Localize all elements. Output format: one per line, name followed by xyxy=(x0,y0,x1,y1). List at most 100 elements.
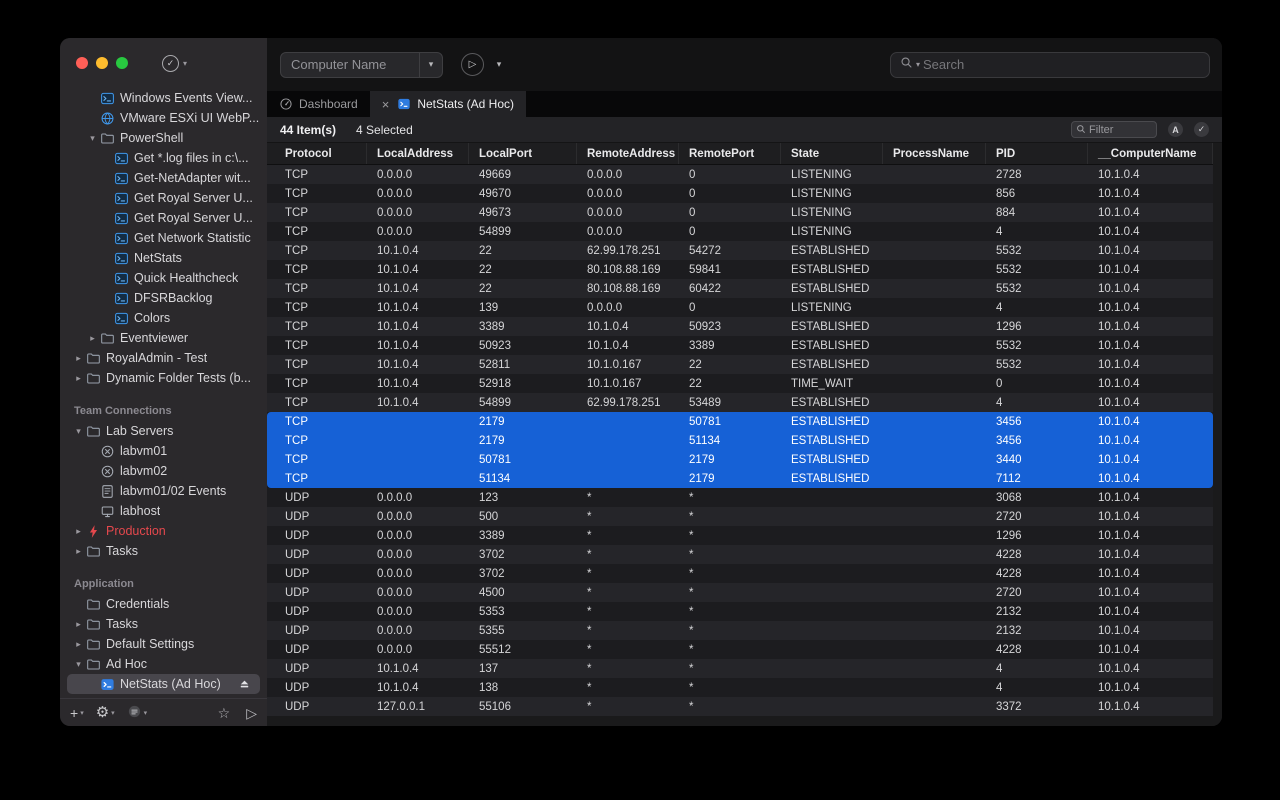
search-field[interactable]: ▾ xyxy=(890,52,1210,78)
chevron-right-icon[interactable]: ▸ xyxy=(72,619,85,630)
sidebar-item-label: Get Network Statistic xyxy=(134,231,251,245)
col-header-remoteaddress[interactable]: RemoteAddress xyxy=(577,143,679,164)
sidebar-item-get-royal-server-u[interactable]: Get Royal Server U... xyxy=(60,208,267,228)
sidebar-item-get-network-statistic[interactable]: Get Network Statistic xyxy=(60,228,267,248)
table-row[interactable]: TCP0.0.0.0496730.0.0.00LISTENING88410.1.… xyxy=(267,203,1213,222)
sidebar-item-eventviewer[interactable]: ▸Eventviewer xyxy=(60,328,267,348)
table-row[interactable]: UDP10.1.0.4138**410.1.0.4 xyxy=(267,678,1213,697)
sidebar-item-tasks[interactable]: ▸Tasks xyxy=(60,614,267,634)
sidebar-item-vmware-esxi-ui-webp[interactable]: VMware ESXi UI WebP... xyxy=(60,108,267,128)
chevron-down-icon[interactable]: ▾ xyxy=(72,659,85,670)
eject-icon[interactable] xyxy=(238,678,251,691)
table-row[interactable]: UDP127.0.0.155106**337210.1.0.4 xyxy=(267,697,1213,716)
sidebar-item-tasks[interactable]: ▸Tasks xyxy=(60,541,267,561)
col-header-computername[interactable]: __ComputerName xyxy=(1088,143,1213,164)
minimize-window-button[interactable] xyxy=(96,57,108,69)
table-row[interactable]: TCP10.1.0.45281110.1.0.16722ESTABLISHED5… xyxy=(267,355,1213,374)
close-window-button[interactable] xyxy=(76,57,88,69)
table-row[interactable]: UDP0.0.0.03389**129610.1.0.4 xyxy=(267,526,1213,545)
tab-dashboard[interactable]: Dashboard xyxy=(267,91,370,117)
table-row[interactable]: TCP10.1.0.42280.108.88.16959841ESTABLISH… xyxy=(267,260,1213,279)
chevron-down-icon[interactable]: ▾ xyxy=(86,133,99,144)
run-play-button[interactable]: ▷ xyxy=(246,706,257,720)
sidebar-item-default-settings[interactable]: ▸Default Settings xyxy=(60,634,267,654)
table-row[interactable]: UDP0.0.0.03702**422810.1.0.4 xyxy=(267,564,1213,583)
col-header-protocol[interactable]: Protocol xyxy=(267,143,367,164)
chevron-right-icon[interactable]: ▸ xyxy=(72,526,85,537)
view-options-button[interactable]: ▾ xyxy=(127,704,148,721)
sidebar-item-ad-hoc[interactable]: ▾Ad Hoc xyxy=(60,654,267,674)
filter-input[interactable] xyxy=(1089,124,1152,136)
filter-match-case-button[interactable]: A xyxy=(1168,122,1183,137)
chevron-right-icon[interactable]: ▸ xyxy=(86,333,99,344)
settings-button[interactable]: ⚙ ▾ xyxy=(96,705,115,720)
filter-apply-button[interactable]: ✓ xyxy=(1194,122,1209,137)
sidebar-item-get-log-files-in-c[interactable]: Get *.log files in c:\... xyxy=(60,148,267,168)
table-row[interactable]: TCP10.1.0.42262.99.178.25154272ESTABLISH… xyxy=(267,241,1213,260)
table-row[interactable]: TCP0.0.0.0496700.0.0.00LISTENING85610.1.… xyxy=(267,184,1213,203)
lightning-icon xyxy=(85,523,101,539)
chevron-right-icon[interactable]: ▸ xyxy=(72,639,85,650)
sidebar-item-royaladmin-test[interactable]: ▸RoyalAdmin - Test xyxy=(60,348,267,368)
table-row[interactable]: TCP507812179ESTABLISHED344010.1.0.4 xyxy=(267,450,1213,469)
sidebar-item-get-royal-server-u[interactable]: Get Royal Server U... xyxy=(60,188,267,208)
close-tab-icon[interactable]: × xyxy=(382,97,390,112)
favorite-star-button[interactable]: ☆ xyxy=(218,706,231,720)
filter-field[interactable] xyxy=(1071,121,1157,138)
sidebar-item-dynamic-folder-tests-b[interactable]: ▸Dynamic Folder Tests (b... xyxy=(60,368,267,388)
table-row[interactable]: TCP217951134ESTABLISHED345610.1.0.4 xyxy=(267,431,1213,450)
sidebar-item-get-netadapter-wit[interactable]: Get-NetAdapter wit... xyxy=(60,168,267,188)
col-header-pid[interactable]: PID xyxy=(986,143,1088,164)
sidebar-item-production[interactable]: ▸Production xyxy=(60,521,267,541)
tab-netstats-ad-hoc[interactable]: ×NetStats (Ad Hoc) xyxy=(370,91,526,117)
col-header-localaddress[interactable]: LocalAddress xyxy=(367,143,469,164)
execute-split-button[interactable]: ▷ ▾ xyxy=(461,53,510,76)
sidebar-item-credentials[interactable]: Credentials xyxy=(60,594,267,614)
chevron-right-icon[interactable]: ▸ xyxy=(72,546,85,557)
table-row[interactable]: UDP10.1.0.4137**410.1.0.4 xyxy=(267,659,1213,678)
table-row[interactable]: UDP0.0.0.04500**272010.1.0.4 xyxy=(267,583,1213,602)
sidebar-item-lab-servers[interactable]: ▾Lab Servers xyxy=(60,421,267,441)
table-row[interactable]: TCP10.1.0.42280.108.88.16960422ESTABLISH… xyxy=(267,279,1213,298)
search-input[interactable] xyxy=(923,57,1200,72)
sidebar-item-labvm02[interactable]: labvm02 xyxy=(60,461,267,481)
connect-action-button[interactable]: ✓ ▾ xyxy=(162,55,187,72)
sidebar-item-netstats-ad-hoc[interactable]: NetStats (Ad Hoc) xyxy=(67,674,260,694)
table-row[interactable]: UDP0.0.0.05353**213210.1.0.4 xyxy=(267,602,1213,621)
table-row[interactable]: TCP10.1.0.4338910.1.0.450923ESTABLISHED1… xyxy=(267,317,1213,336)
table-row[interactable]: TCP10.1.0.45489962.99.178.25153489ESTABL… xyxy=(267,393,1213,412)
chevron-down-icon[interactable]: ▾ xyxy=(72,426,85,437)
table-row[interactable]: UDP0.0.0.05355**213210.1.0.4 xyxy=(267,621,1213,640)
sidebar-item-windows-events-view[interactable]: Windows Events View... xyxy=(60,88,267,108)
table-row[interactable]: TCP217950781ESTABLISHED345610.1.0.4 xyxy=(267,412,1213,431)
col-header-processname[interactable]: ProcessName xyxy=(883,143,986,164)
table-row[interactable]: TCP10.1.0.45291810.1.0.16722TIME_WAIT010… xyxy=(267,374,1213,393)
sidebar-item-labvm01[interactable]: labvm01 xyxy=(60,441,267,461)
sidebar-item-labvm01-02-events[interactable]: labvm01/02 Events xyxy=(60,481,267,501)
table-row[interactable]: TCP511342179ESTABLISHED711210.1.0.4 xyxy=(267,469,1213,488)
col-header-localport[interactable]: LocalPort xyxy=(469,143,577,164)
sidebar-item-colors[interactable]: Colors xyxy=(60,308,267,328)
sidebar-item-netstats[interactable]: NetStats xyxy=(60,248,267,268)
table-row[interactable]: TCP0.0.0.0496690.0.0.00LISTENING272810.1… xyxy=(267,165,1213,184)
col-header-state[interactable]: State xyxy=(781,143,883,164)
col-header-remoteport[interactable]: RemotePort xyxy=(679,143,781,164)
table-row[interactable]: UDP0.0.0.055512**422810.1.0.4 xyxy=(267,640,1213,659)
table-row[interactable]: TCP0.0.0.0548990.0.0.00LISTENING410.1.0.… xyxy=(267,222,1213,241)
sidebar-item-quick-healthcheck[interactable]: Quick Healthcheck xyxy=(60,268,267,288)
cell-localaddress: 10.1.0.4 xyxy=(367,317,469,336)
chevron-right-icon[interactable]: ▸ xyxy=(72,373,85,384)
table-row[interactable]: TCP10.1.0.45092310.1.0.43389ESTABLISHED5… xyxy=(267,336,1213,355)
table-row[interactable]: TCP10.1.0.41390.0.0.00LISTENING410.1.0.4 xyxy=(267,298,1213,317)
chevron-right-icon[interactable]: ▸ xyxy=(72,353,85,364)
add-button[interactable]: + ▾ xyxy=(70,706,84,720)
table-row[interactable]: UDP0.0.0.0123**306810.1.0.4 xyxy=(267,488,1213,507)
computer-name-select[interactable]: Computer Name ▾ xyxy=(280,52,443,78)
sidebar-item-powershell[interactable]: ▾PowerShell xyxy=(60,128,267,148)
cell-remoteport: * xyxy=(679,659,781,678)
sidebar-item-dfsrbacklog[interactable]: DFSRBacklog xyxy=(60,288,267,308)
zoom-window-button[interactable] xyxy=(116,57,128,69)
sidebar-item-labhost[interactable]: labhost xyxy=(60,501,267,521)
table-row[interactable]: UDP0.0.0.0500**272010.1.0.4 xyxy=(267,507,1213,526)
table-row[interactable]: UDP0.0.0.03702**422810.1.0.4 xyxy=(267,545,1213,564)
